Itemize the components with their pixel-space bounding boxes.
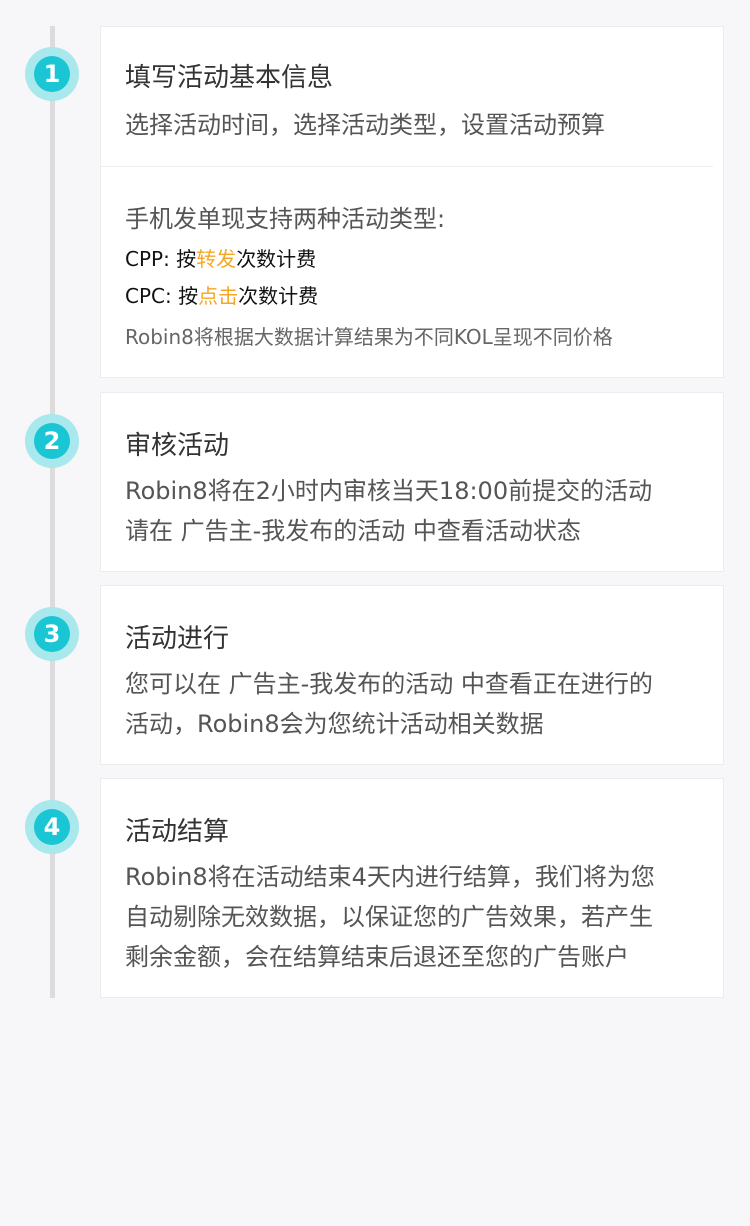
step-3-line-1: 您可以在 广告主-我发布的活动 中查看正在进行的 [125,670,653,698]
step-4-line-1: Robin8将在活动结束4天内进行结算，我们将为您 [125,863,655,891]
step-1-cpc-line: CPC: 按点击次数计费 [125,280,318,309]
step-1-cpp-line: CPP: 按转发次数计费 [125,243,316,272]
step-3-number: 3 [34,616,70,652]
step-4-number: 4 [34,809,70,845]
step-2-line-2: 请在 广告主-我发布的活动 中查看活动状态 [125,517,581,545]
step-1-badge: 1 [25,47,79,101]
step-1-description: 选择活动时间，选择活动类型，设置活动预算 [125,111,605,139]
cpc-suffix: 次数计费 [238,284,319,308]
step-3-badge: 3 [25,607,79,661]
step-1-title: 填写活动基本信息 [125,63,334,93]
step-3-title: 活动进行 [125,624,230,654]
step-4-line-3: 剩余金额，会在结算结束后退还至您的广告账户 [125,943,629,971]
step-4-title: 活动结算 [125,817,230,847]
step-2-card: 审核活动 Robin8将在2小时内审核当天18:00前提交的活动 请在 广告主-… [100,392,724,572]
step-3-line-2: 活动，Robin8会为您统计活动相关数据 [125,710,544,738]
cpp-prefix: CPP: 按 [125,247,197,271]
cpc-highlight: 点击 [198,284,239,308]
step-1-note: Robin8将根据大数据计算结果为不同KOL呈现不同价格 [125,325,613,349]
cpp-suffix: 次数计费 [236,247,317,271]
step-2-line-1: Robin8将在2小时内审核当天18:00前提交的活动 [125,477,653,505]
step-3-card: 活动进行 您可以在 广告主-我发布的活动 中查看正在进行的 活动，Robin8会… [100,585,724,765]
cpp-highlight: 转发 [196,247,237,271]
cpc-prefix: CPC: 按 [125,284,199,308]
step-2-number: 2 [34,423,70,459]
step-2-title: 审核活动 [125,431,230,461]
step-1-divider [101,166,713,167]
step-1-number: 1 [34,56,70,92]
step-4-badge: 4 [25,800,79,854]
step-2-badge: 2 [25,414,79,468]
step-1-card: 填写活动基本信息 选择活动时间，选择活动类型，设置活动预算 手机发单现支持两种活… [100,26,724,378]
step-1-types-intro: 手机发单现支持两种活动类型: [125,205,446,233]
step-4-line-2: 自动剔除无效数据，以保证您的广告效果，若产生 [125,903,653,931]
step-4-card: 活动结算 Robin8将在活动结束4天内进行结算，我们将为您 自动剔除无效数据，… [100,778,724,998]
